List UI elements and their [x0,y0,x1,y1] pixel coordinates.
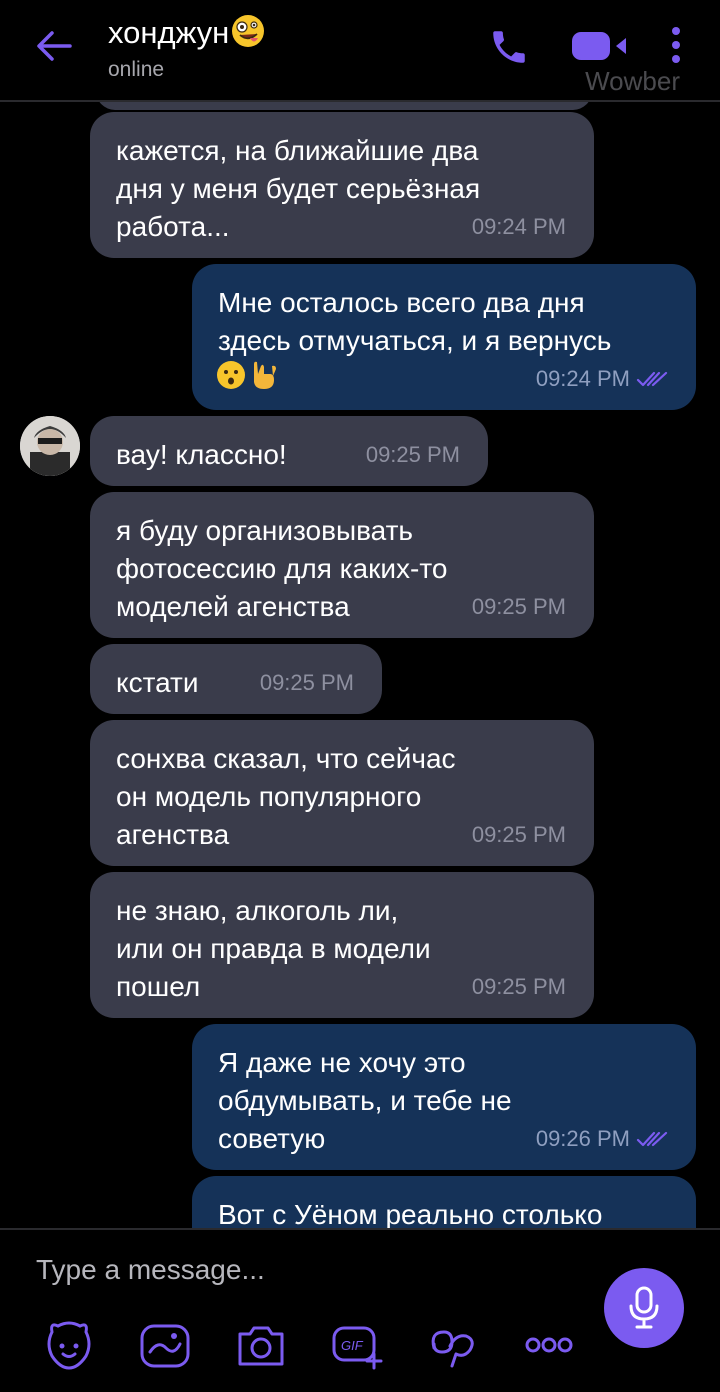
rock-on-hand-emoji [254,361,276,389]
more-options-icon[interactable] [666,26,686,66]
gallery-icon[interactable] [426,1318,480,1372]
message-time: 09:25 PM [365,442,460,467]
message-time: 09:25 PM [259,670,354,695]
message-composer: Type a message... GIF [0,1228,720,1392]
sticker-icon[interactable] [42,1318,96,1372]
contact-name[interactable]: хонджун [108,14,265,51]
message-bubble[interactable]: вау! классно! 09:25 PM [90,416,488,486]
message-time: 09:24 PM [536,360,668,398]
message-input[interactable]: Type a message... [36,1254,265,1286]
zany-face-emoji [232,15,265,47]
message-time: 09:26 PM [536,1120,668,1158]
more-icon[interactable] [522,1318,576,1372]
svg-text:GIF: GIF [341,1338,364,1353]
microphone-icon [629,1286,659,1329]
chat-header: хонджун online Wowber [0,0,720,102]
hushed-face-emoji [217,361,245,389]
online-status: online [108,58,165,81]
message-time: 09:25 PM [471,594,566,619]
message-bubble-partial[interactable] [96,102,592,110]
message-bubble[interactable]: я буду организовывать фотосессию для как… [90,492,594,638]
video-call-icon[interactable] [570,30,628,62]
message-bubble[interactable]: не знаю, алкоголь ли, или он правда в мо… [90,872,594,1018]
voice-record-button[interactable] [604,1268,684,1348]
message-bubble[interactable]: сонхва сказал, что сейчас он модель попу… [90,720,594,866]
back-arrow-icon[interactable] [36,30,72,62]
message-bubble[interactable]: Я даже не хочу это обдумывать, и тебе не… [192,1024,696,1170]
phone-icon[interactable] [488,26,530,68]
watermark: Wowber [585,66,680,96]
contact-avatar[interactable] [20,416,80,476]
gif-icon[interactable]: GIF [330,1318,384,1372]
avatar-image [20,416,80,476]
read-receipt-icon [636,371,668,387]
message-time: 09:25 PM [471,822,566,847]
message-bubble[interactable]: кстати 09:25 PM [90,644,382,714]
read-receipt-icon [636,1131,668,1147]
message-time: 09:24 PM [471,214,566,239]
doodle-icon[interactable] [138,1318,192,1372]
message-bubble[interactable]: кажется, на ближайшие два дня у меня буд… [90,112,594,258]
message-time: 09:25 PM [471,974,566,999]
message-emojis [216,360,280,392]
message-bubble[interactable]: Вот с Уёном реально столько [192,1176,696,1228]
message-list[interactable]: кажется, на ближайшие два дня у меня буд… [0,102,720,1228]
camera-icon[interactable] [234,1318,288,1372]
message-bubble[interactable]: Мне осталось всего два дня здесь отмучат… [192,264,696,410]
